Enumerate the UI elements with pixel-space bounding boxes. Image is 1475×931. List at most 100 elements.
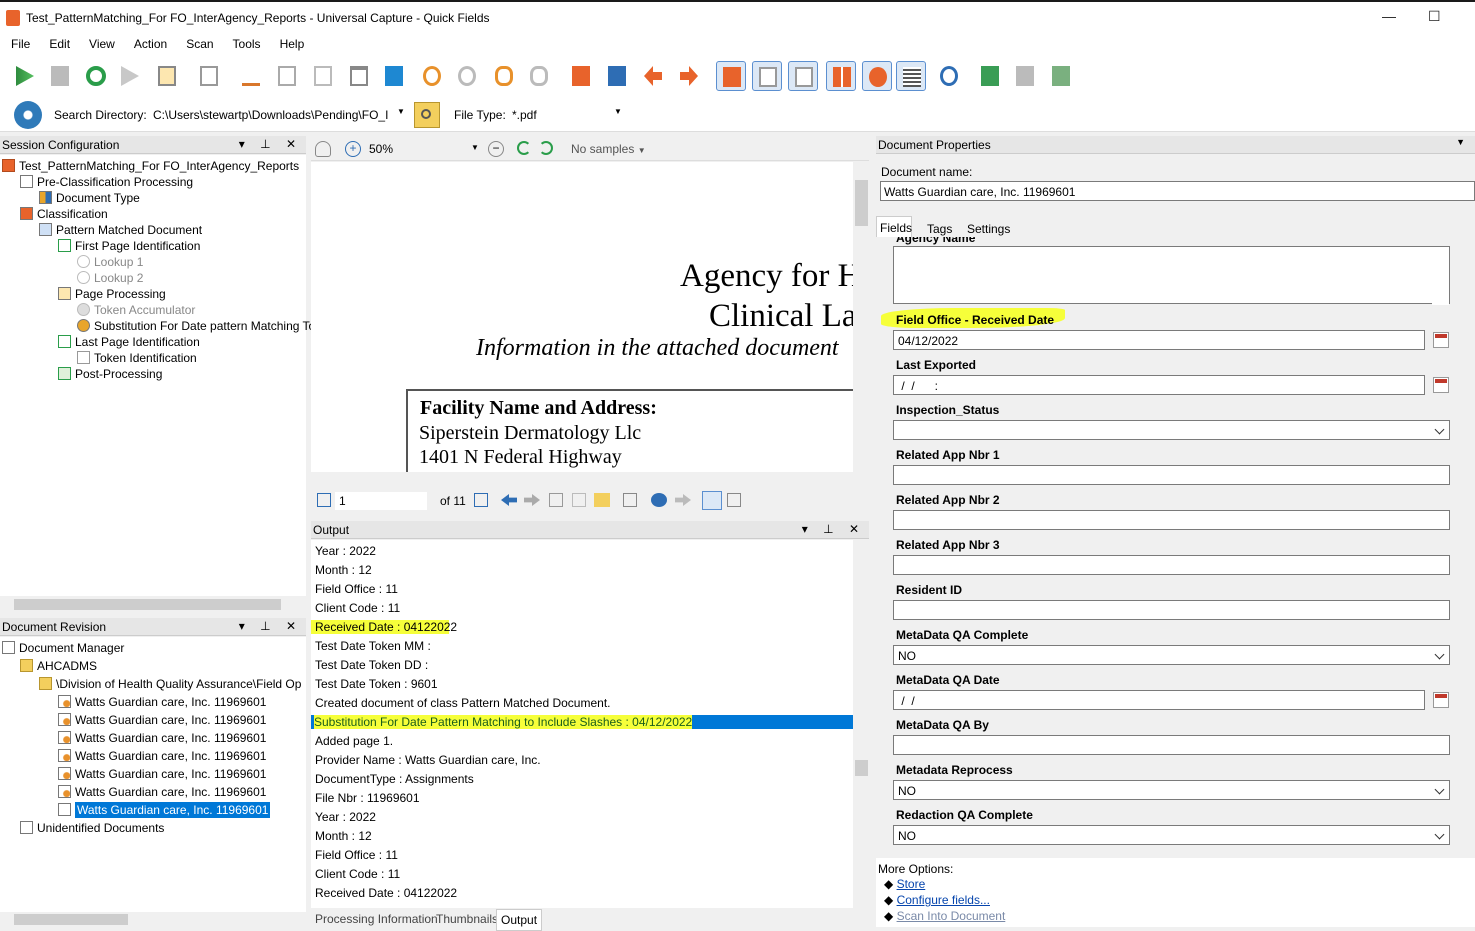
thumbnail-grid-button[interactable] [826, 61, 856, 91]
export-button[interactable] [152, 61, 182, 91]
tree-node-doc-selected[interactable]: Watts Guardian care, Inc. 11969601 [58, 802, 271, 818]
metadata-qa-by-input[interactable] [893, 735, 1450, 755]
step-button[interactable] [115, 61, 145, 91]
rotate-left-button[interactable] [417, 61, 447, 91]
revision-hscrollbar[interactable] [0, 912, 306, 927]
last-exported-input[interactable]: / / : [893, 375, 1425, 395]
refresh-button[interactable] [80, 61, 110, 91]
samples-dropdown[interactable]: No samples ▼ [571, 142, 646, 156]
menu-tools[interactable]: Tools [222, 32, 269, 51]
redo-button[interactable] [524, 61, 554, 91]
agency-name-textarea[interactable] [893, 246, 1450, 304]
details-view-button[interactable] [896, 61, 926, 91]
search-button[interactable] [934, 61, 964, 91]
tree-node-token-id[interactable]: Token Identification [77, 350, 197, 366]
tree-node-doc[interactable]: Watts Guardian care, Inc. 11969601 [58, 730, 266, 746]
related-app-nbr-2-input[interactable] [893, 510, 1450, 530]
split-button[interactable] [194, 61, 224, 91]
hand-icon[interactable] [315, 141, 331, 157]
cut-button[interactable] [236, 61, 266, 91]
related-app-nbr-3-input[interactable] [893, 555, 1450, 575]
scroll-thumb[interactable] [855, 760, 868, 776]
store-link[interactable]: Store [897, 877, 926, 891]
scan-remove-button[interactable] [1010, 61, 1040, 91]
tab-fields[interactable]: Fields [876, 216, 912, 238]
stop-button[interactable] [45, 61, 75, 91]
scroll-thumb[interactable] [855, 180, 868, 226]
delete-button[interactable] [344, 61, 374, 91]
panel-controls[interactable]: ▾ ⊥ ✕ [239, 137, 302, 151]
move-page-icon[interactable] [675, 494, 691, 506]
menu-edit[interactable]: Edit [38, 32, 78, 51]
resident-id-input[interactable] [893, 600, 1450, 620]
maximize-button[interactable]: ☐ [1428, 8, 1441, 25]
redaction-qa-complete-select[interactable]: NO [893, 825, 1450, 845]
prev-arrow-icon[interactable] [501, 494, 517, 506]
calendar-icon[interactable] [1433, 692, 1449, 708]
tree-node-preclass[interactable]: Pre-Classification Processing [20, 174, 193, 190]
scan-button[interactable] [975, 61, 1005, 91]
tab-processing-information[interactable]: Processing Information [315, 912, 438, 926]
rotate-right-button[interactable] [452, 61, 482, 91]
back-button[interactable] [638, 61, 668, 91]
tree-node-doc[interactable]: Watts Guardian care, Inc. 11969601 [58, 694, 266, 710]
scroll-thumb[interactable] [14, 599, 281, 610]
properties-button[interactable] [566, 61, 596, 91]
page-settings-icon[interactable] [623, 493, 637, 507]
calendar-icon[interactable] [1433, 377, 1449, 393]
folder-icon[interactable] [594, 493, 610, 507]
tree-node-post-processing[interactable]: Post-Processing [58, 366, 162, 382]
view-mode-3-button[interactable] [788, 61, 818, 91]
page-view-icon[interactable] [702, 491, 722, 510]
metadata-reprocess-select[interactable]: NO [893, 780, 1450, 800]
tree-node-classification[interactable]: Classification [20, 206, 108, 222]
document-name-input[interactable]: Watts Guardian care, Inc. 11969601 [880, 181, 1475, 201]
rotate-right-icon[interactable] [539, 141, 553, 155]
menu-action[interactable]: Action [123, 32, 175, 51]
zoom-out-icon[interactable]: − [488, 141, 504, 157]
tab-thumbnails[interactable]: Thumbnails [436, 912, 498, 926]
first-page-icon[interactable] [317, 493, 331, 507]
tree-node-session[interactable]: Test_PatternMatching_For FO_InterAgency_… [2, 158, 299, 174]
viewer-hscrollbar[interactable] [311, 472, 853, 489]
view-mode-1-button[interactable] [716, 61, 746, 91]
copy-page-icon[interactable] [549, 493, 563, 507]
paste-button[interactable] [308, 61, 338, 91]
tab-settings[interactable]: Settings [967, 222, 1010, 236]
menu-view[interactable]: View [78, 32, 123, 51]
zoom-in-icon[interactable]: + [345, 141, 361, 157]
tree-node-unidentified[interactable]: Unidentified Documents [20, 820, 164, 836]
metadata-qa-date-input[interactable]: / / [893, 690, 1425, 710]
scan-settings-button[interactable] [1046, 61, 1076, 91]
last-page-icon[interactable] [474, 493, 488, 507]
chevron-down-icon[interactable]: ▼ [1456, 137, 1471, 147]
run-button[interactable] [10, 61, 40, 91]
panel-controls[interactable]: ▾ ⊥ ✕ [802, 522, 865, 536]
related-app-nbr-1-input[interactable] [893, 465, 1450, 485]
agency-textarea-scrollbar[interactable] [1432, 247, 1449, 305]
text-view-icon[interactable] [727, 493, 741, 507]
remove-page-icon[interactable] [651, 493, 667, 507]
tree-node-substitution[interactable]: Substitution For Date pattern Matching T… [77, 318, 328, 334]
menu-scan[interactable]: Scan [175, 32, 221, 51]
view-mode-2-button[interactable] [752, 61, 782, 91]
minimize-button[interactable]: — [1382, 8, 1396, 24]
save-button[interactable] [602, 61, 632, 91]
browse-folder-button[interactable] [414, 102, 440, 128]
configure-fields-link[interactable]: Configure fields... [897, 893, 990, 907]
remove-view-button[interactable] [862, 61, 892, 91]
tree-node-pattern-doc[interactable]: Pattern Matched Document [39, 222, 202, 238]
session-hscrollbar[interactable] [0, 596, 306, 613]
panel-controls[interactable]: ▾ ⊥ ✕ [239, 619, 302, 633]
zoom-combo[interactable]: 50% ▼ [367, 140, 481, 158]
page-input[interactable]: 1 [335, 492, 427, 510]
viewer-vscrollbar[interactable] [853, 162, 870, 472]
copy-button[interactable] [272, 61, 302, 91]
document-viewer[interactable]: Agency for H Clinical La Information in … [311, 162, 853, 472]
split-page-icon[interactable] [572, 493, 586, 507]
tree-node-doctype[interactable]: Document Type [39, 190, 140, 206]
tab-tags[interactable]: Tags [927, 222, 952, 236]
ocr-button[interactable] [379, 61, 409, 91]
file-type-combo[interactable]: *.pdf ▼ [508, 104, 626, 126]
tree-node-lookup2[interactable]: Lookup 2 [77, 270, 143, 286]
